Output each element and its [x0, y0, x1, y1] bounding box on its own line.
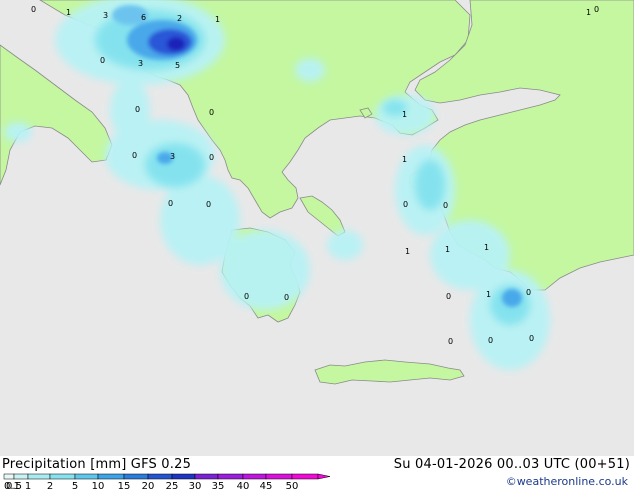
map-value: 0: [526, 288, 531, 297]
map-value: 3: [103, 11, 108, 20]
legend-swatch: [123, 473, 149, 480]
map-value: 0: [594, 5, 599, 14]
map-value: 1: [66, 8, 71, 17]
map-value: 6: [141, 13, 146, 22]
color-scale-legend: 0.10.5 1 2 5 10 15 20 25 30 35 40 45 50: [3, 473, 331, 490]
legend-swatch: [3, 473, 15, 480]
legend-swatch: [194, 473, 219, 480]
map-value: 3: [138, 59, 143, 68]
map-value: 1: [486, 290, 491, 299]
credit-text: ©weatheronline.co.uk: [505, 475, 628, 488]
valid-datetime: Su 04-01-2026 00..03 UTC (00+51): [393, 457, 630, 472]
map-value: 3: [170, 152, 175, 161]
legend-label: 30: [189, 481, 202, 490]
map-value: 0: [100, 56, 105, 65]
legend-swatch: [27, 473, 51, 480]
map-value: 2: [177, 14, 182, 23]
map-value: 1: [484, 243, 489, 252]
legend-label: 40: [237, 481, 250, 490]
map-value: 0: [244, 292, 249, 301]
legend-label: 2: [47, 481, 53, 490]
legend-swatch: [217, 473, 244, 480]
legend-arrow: [317, 473, 331, 480]
legend-label: 1: [25, 481, 31, 490]
legend-swatch: [265, 473, 293, 480]
legend-swatch: [171, 473, 196, 480]
map-value: 0: [135, 105, 140, 114]
product-title: Precipitation [mm] GFS 0.25: [2, 457, 192, 472]
legend-swatch: [291, 473, 319, 480]
map-value: 5: [175, 61, 180, 70]
footer-bar: Precipitation [mm] GFS 0.25 Su 04-01-202…: [0, 456, 634, 490]
map-value: 0: [446, 292, 451, 301]
legend-swatch: [49, 473, 76, 480]
legend-label: 10: [92, 481, 105, 490]
precipitation-map: 0 1 3 6 2 1 1 0 0 3 5 0 0 0 3 0 0 0 1 1 …: [0, 0, 634, 456]
legend-swatch: [97, 473, 125, 480]
legend-label: 25: [166, 481, 179, 490]
map-value: 0: [488, 336, 493, 345]
map-value: 0: [529, 334, 534, 343]
map-value: 1: [405, 247, 410, 256]
legend-label: 35: [212, 481, 225, 490]
map-value: 0: [448, 337, 453, 346]
legend-label: 50: [286, 481, 299, 490]
legend-swatch: [13, 473, 29, 480]
map-value: 0: [209, 153, 214, 162]
map-value: 0: [209, 108, 214, 117]
legend-label: 20: [142, 481, 155, 490]
map-value: 0: [284, 293, 289, 302]
map-value: 1: [402, 110, 407, 119]
map-value: 0: [443, 201, 448, 210]
legend-label: 45: [260, 481, 273, 490]
map-value: 1: [215, 15, 220, 24]
map-value: 0: [132, 151, 137, 160]
legend-label: 5: [72, 481, 78, 490]
map-value: 0: [403, 200, 408, 209]
legend-label: 0.5: [6, 481, 22, 490]
map-value: 1: [402, 155, 407, 164]
legend-swatch: [74, 473, 99, 480]
map-value: 0: [206, 200, 211, 209]
map-value: 1: [586, 8, 591, 17]
legend-label: 15: [118, 481, 131, 490]
map-value: 0: [31, 5, 36, 14]
legend-swatch: [242, 473, 267, 480]
map-value: 1: [445, 245, 450, 254]
map-value: 0: [168, 199, 173, 208]
legend-swatch: [147, 473, 173, 480]
